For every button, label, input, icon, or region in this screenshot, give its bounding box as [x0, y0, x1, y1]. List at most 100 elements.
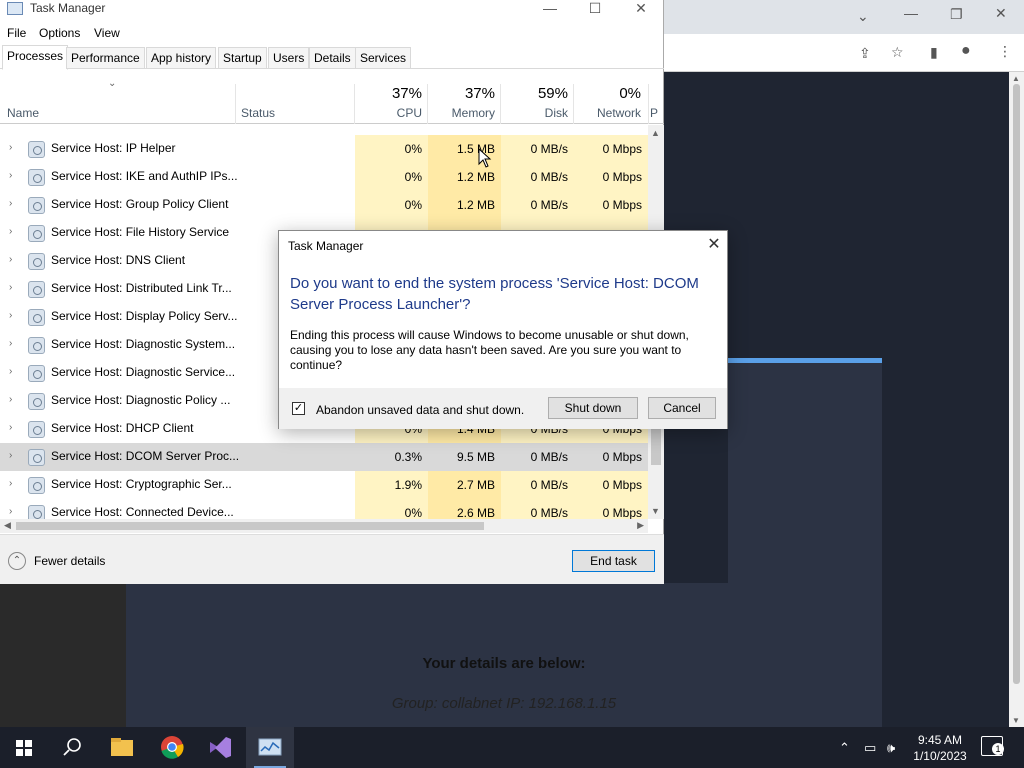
horizontal-scrollbar[interactable]: ◀ ▶ — [0, 519, 648, 533]
process-name: Service Host: Diagnostic Policy ... — [51, 393, 231, 407]
menu-file[interactable]: File — [7, 26, 26, 40]
kebab-menu-icon[interactable]: ⋮ — [998, 44, 1012, 58]
expand-chevron-icon[interactable]: › — [9, 422, 12, 433]
expand-chevron-icon[interactable]: › — [9, 142, 12, 153]
expand-chevron-icon[interactable]: › — [9, 450, 12, 461]
column-power[interactable]: P — [650, 106, 662, 120]
expand-chevron-icon[interactable]: › — [9, 506, 12, 517]
expand-chevron-icon[interactable]: › — [9, 366, 12, 377]
cancel-button[interactable]: Cancel — [648, 397, 716, 419]
column-memory[interactable]: Memory — [429, 106, 495, 120]
end-task-button[interactable]: End task — [572, 550, 655, 572]
column-name[interactable]: Name — [7, 106, 39, 120]
column-network[interactable]: Network — [575, 106, 641, 120]
expand-chevron-icon[interactable]: › — [9, 198, 12, 209]
expand-chevron-icon[interactable]: › — [9, 170, 12, 181]
shut-down-button[interactable]: Shut down — [548, 397, 638, 419]
process-name: Service Host: Diagnostic System... — [51, 337, 236, 351]
network-icon[interactable]: ▭ — [864, 740, 876, 756]
scroll-down-icon[interactable]: ▼ — [1012, 716, 1020, 725]
abandon-data-checkbox[interactable]: ✓ — [292, 402, 305, 415]
expand-chevron-icon[interactable]: › — [9, 478, 12, 489]
scroll-thumb[interactable] — [1013, 84, 1020, 684]
expand-chevron-icon[interactable]: › — [9, 338, 12, 349]
scroll-up-icon[interactable]: ▲ — [1012, 74, 1020, 83]
file-explorer-button[interactable] — [98, 727, 146, 768]
scroll-thumb[interactable] — [16, 522, 484, 530]
dialog-close-button[interactable]: ✕ — [704, 234, 724, 254]
dialog-footer: ✓ Abandon unsaved data and shut down. Sh… — [279, 388, 727, 429]
menu-options[interactable]: Options — [39, 26, 80, 40]
minimize-button[interactable]: — — [535, 0, 565, 16]
start-button[interactable] — [0, 727, 48, 768]
expand-chevron-icon[interactable]: › — [9, 310, 12, 321]
maximize-button[interactable]: ☐ — [580, 0, 610, 17]
system-clock[interactable]: 9:45 AM 1/10/2023 — [908, 732, 972, 764]
expand-chevron-icon[interactable]: › — [9, 282, 12, 293]
chevron-up-icon[interactable]: ⌃ — [839, 740, 850, 756]
process-name: Service Host: DHCP Client — [51, 421, 194, 435]
task-manager-app-icon — [7, 2, 23, 15]
table-row[interactable]: › Service Host: IKE and AuthIP IPs... 0% 1.… — [0, 163, 648, 191]
tab-details[interactable]: Details — [309, 47, 356, 69]
tab-app-history[interactable]: App history — [146, 47, 217, 69]
close-button[interactable]: ✕ — [626, 0, 656, 17]
visual-studio-button[interactable] — [196, 727, 244, 768]
service-gear-icon — [28, 197, 45, 214]
volume-icon[interactable]: 🕪 — [887, 740, 895, 756]
service-gear-icon — [28, 141, 45, 158]
scroll-up-icon[interactable]: ▲ — [651, 128, 660, 138]
share-icon[interactable]: ⇪ — [859, 46, 871, 60]
task-manager-footer: ⌃ Fewer details End task — [0, 534, 664, 584]
page-panel-right — [728, 363, 882, 583]
process-name: Service Host: Diagnostic Service... — [51, 365, 236, 379]
browser-scrollbar[interactable]: ▲ ▼ — [1009, 72, 1024, 727]
column-status[interactable]: Status — [241, 106, 275, 120]
tab-startup[interactable]: Startup — [218, 47, 267, 69]
service-gear-icon — [28, 477, 45, 494]
tab-performance[interactable]: Performance — [66, 47, 145, 69]
menu-view[interactable]: View — [94, 26, 120, 40]
column-cpu[interactable]: CPU — [356, 106, 422, 120]
scroll-left-icon[interactable]: ◀ — [4, 520, 11, 531]
notification-center-icon[interactable]: 1 — [981, 736, 1004, 756]
chrome-button[interactable] — [148, 727, 196, 768]
checkbox-label[interactable]: Abandon unsaved data and shut down. — [316, 403, 524, 417]
side-panel-icon[interactable]: ▮ — [930, 45, 938, 59]
tab-users[interactable]: Users — [268, 47, 310, 69]
bookmark-star-icon[interactable]: ☆ — [891, 45, 904, 59]
notification-count: 1 — [992, 743, 1004, 755]
expand-chevron-icon[interactable]: › — [9, 394, 12, 405]
dialog-heading: Do you want to end the system process 'S… — [290, 275, 699, 313]
table-row[interactable]: › Service Host: IP Helper 0% 1.5 MB 0 MB/s 0 … — [0, 135, 648, 163]
expand-chevron-icon[interactable]: › — [9, 226, 12, 237]
cpu-cell: 1.9% — [355, 471, 428, 499]
expand-chevron-icon[interactable]: › — [9, 254, 12, 265]
search-button[interactable] — [48, 727, 96, 768]
chevron-up-circle-icon[interactable]: ⌃ — [8, 552, 26, 570]
sort-chevron-icon[interactable]: ⌄ — [108, 78, 116, 89]
task-manager-taskbar-button[interactable] — [246, 727, 294, 768]
profile-avatar-icon[interactable]: ● — [961, 43, 971, 59]
minimize-icon[interactable]: — — [904, 6, 918, 20]
memory-cell: 2.6 MB — [428, 499, 501, 519]
service-gear-icon — [28, 365, 45, 382]
close-icon[interactable]: ✕ — [995, 6, 1007, 20]
column-disk[interactable]: Disk — [502, 106, 568, 120]
task-manager-icon — [258, 738, 282, 756]
table-row[interactable]: › Service Host: DCOM Server Proc... 0.3% 9.… — [0, 443, 648, 471]
disk-cell: 0 MB/s — [501, 471, 574, 499]
visual-studio-icon — [210, 737, 231, 758]
restore-icon[interactable]: ❐ — [950, 7, 963, 21]
table-row[interactable]: › Service Host: Group Policy Client 0% 1.2 … — [0, 191, 648, 219]
network-cell: 0 Mbps — [574, 163, 648, 191]
fewer-details-link[interactable]: Fewer details — [34, 554, 105, 568]
scroll-down-icon[interactable]: ▼ — [651, 506, 660, 516]
tab-processes[interactable]: Processes — [2, 45, 69, 70]
chevron-down-icon[interactable]: ⌄ — [857, 9, 869, 23]
table-row[interactable]: › Service Host: Cryptographic Ser... 1.9% 2… — [0, 471, 648, 499]
browser-titlebar: ⌄ — ❐ ✕ — [664, 0, 1024, 34]
table-row[interactable]: › Service Host: Connected Device... 0% 2.6 … — [0, 499, 648, 519]
tab-services[interactable]: Services — [355, 47, 412, 69]
scroll-right-icon[interactable]: ▶ — [637, 520, 644, 531]
